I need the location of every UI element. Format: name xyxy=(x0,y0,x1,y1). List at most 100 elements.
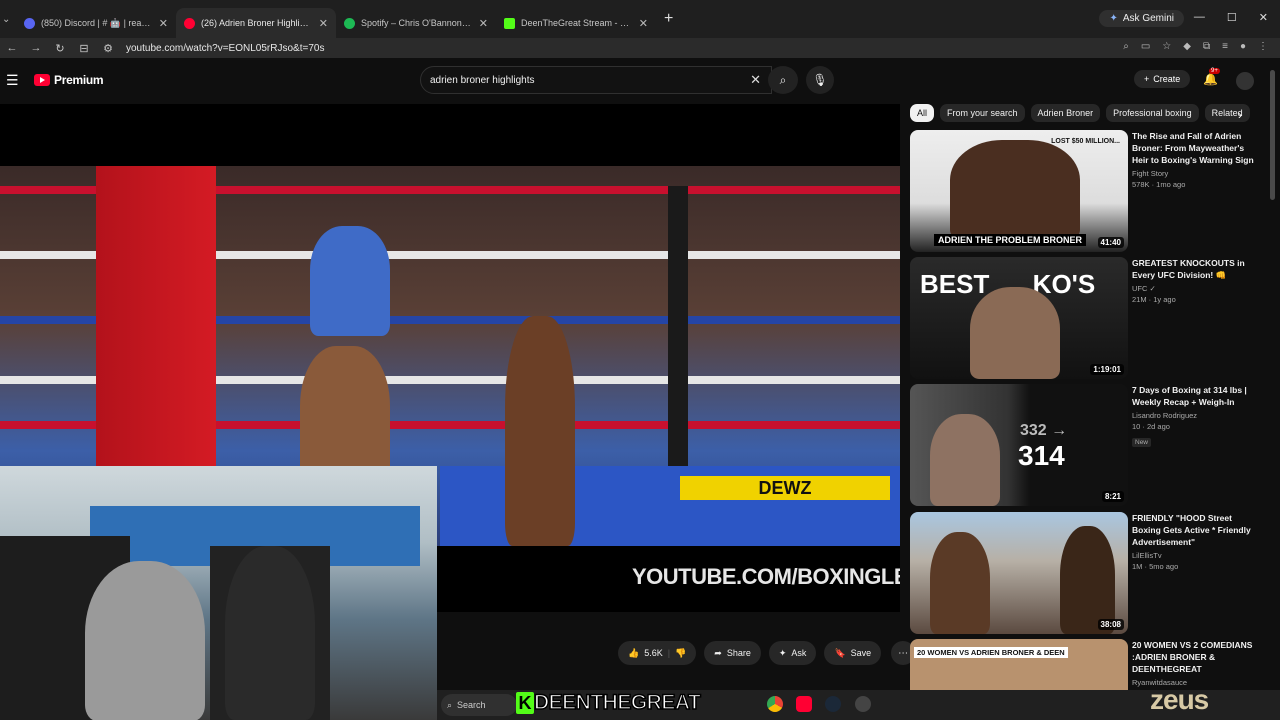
reload-icon[interactable]: ↻ xyxy=(48,42,72,55)
avatar[interactable] xyxy=(1236,72,1254,90)
streamer-name-overlay: K DEENTHEGREAT xyxy=(516,690,702,716)
steam-icon[interactable] xyxy=(825,696,841,712)
video-meta: GREATEST KNOCKOUTS in Every UFC Division… xyxy=(1132,257,1260,304)
thumbnail-figure xyxy=(1060,526,1115,634)
forward-icon[interactable]: → xyxy=(24,42,48,54)
video-thumbnail[interactable]: 20 WOMEN VS ADRIEN BRONER & DEEN xyxy=(910,639,1128,691)
bell-icon: 🔔 xyxy=(1203,72,1218,86)
cast-icon[interactable]: ▭ xyxy=(1141,41,1150,52)
ask-button[interactable]: ✦ Ask xyxy=(768,641,817,665)
ask-gemini-button[interactable]: ✦ Ask Gemini xyxy=(1099,10,1184,27)
share-icon: ➦ xyxy=(714,647,722,658)
video-stats: 10 · 2d ago xyxy=(1132,422,1170,431)
notification-badge: 9+ xyxy=(1209,68,1220,74)
close-icon[interactable]: ✕ xyxy=(319,17,328,30)
streamer-name: DEENTHEGREAT xyxy=(533,690,701,715)
video-title[interactable]: The Rise and Fall of Adrien Broner: From… xyxy=(1132,130,1260,166)
thumbnail-figure xyxy=(950,140,1080,240)
chip-professional-boxing[interactable]: Professional boxing xyxy=(1106,104,1199,122)
bookmark-star-icon[interactable]: ☆ xyxy=(1162,41,1171,52)
recommended-video[interactable]: LOST $50 MILLION... ADRIEN THE PROBLEM B… xyxy=(910,130,1260,252)
zoom-icon[interactable]: ⌕ xyxy=(1123,41,1129,52)
channel-name[interactable]: Fight Story xyxy=(1132,169,1260,178)
thumbnail-subtext: LOST $50 MILLION... xyxy=(1051,138,1120,145)
browser-tab-spotify[interactable]: Spotify – Chris O'Bannon - Disc ✕ xyxy=(336,8,496,38)
close-icon[interactable]: ✕ xyxy=(639,17,648,30)
create-button[interactable]: + Create xyxy=(1134,70,1191,88)
like-button[interactable]: 👍 5.6K | 👎 xyxy=(618,641,697,665)
guest-person xyxy=(225,546,315,720)
thumbs-down-icon[interactable]: 👎 xyxy=(675,648,686,659)
page-scrollbar[interactable] xyxy=(1270,70,1275,200)
video-title[interactable]: 20 WOMEN VS 2 COMEDIANS :ADRIEN BRONER &… xyxy=(1132,639,1260,675)
extension-icon[interactable]: ◆ xyxy=(1183,41,1191,52)
youtube-logo[interactable]: Premium xyxy=(34,73,104,87)
browser-tab-youtube[interactable]: (26) Adrien Broner Highlights G ✕ xyxy=(176,8,336,38)
menu-icon[interactable]: ⋮ xyxy=(1258,41,1268,52)
bookmark-icon: 🔖 xyxy=(834,647,846,658)
chrome-icon[interactable] xyxy=(767,696,783,712)
close-icon[interactable]: ✕ xyxy=(159,17,168,30)
chip-adrien-broner[interactable]: Adrien Broner xyxy=(1030,104,1101,122)
taskbar-search[interactable]: ⌕ Search xyxy=(441,694,517,716)
video-thumbnail[interactable]: 38:08 xyxy=(910,512,1128,634)
video-thumbnail[interactable]: LOST $50 MILLION... ADRIEN THE PROBLEM B… xyxy=(910,130,1128,252)
hamburger-menu-icon[interactable]: ☰ xyxy=(6,72,19,89)
share-button[interactable]: ➦ Share xyxy=(704,641,761,665)
puzzle-icon[interactable]: ⧉ xyxy=(1203,41,1210,52)
logo-text: Premium xyxy=(54,73,104,87)
recommended-video[interactable]: 332 → 314 8:21 7 Days of Boxing at 314 l… xyxy=(910,384,1260,506)
stream-brand-logo: zeus xyxy=(1150,684,1209,715)
app-icon[interactable] xyxy=(855,696,871,712)
browser-tab-discord[interactable]: (850) Discord | # 🤖 | reactions ✕ xyxy=(16,8,176,38)
ask-label: Ask xyxy=(791,648,807,658)
new-tab-button[interactable]: + xyxy=(664,10,673,28)
channel-name[interactable]: LilEllisTv xyxy=(1132,551,1260,560)
channel-name[interactable]: UFC ✓ xyxy=(1132,284,1260,293)
chip-all[interactable]: All xyxy=(910,104,935,122)
channel-name[interactable]: Lisandro Rodriguez xyxy=(1132,411,1260,420)
back-icon[interactable]: ← xyxy=(0,42,24,54)
search-value: adrien broner highlights xyxy=(430,74,535,86)
save-button[interactable]: 🔖 Save xyxy=(824,641,882,665)
video-duration: 1:19:01 xyxy=(1090,364,1124,375)
close-icon[interactable]: ✕ xyxy=(479,17,488,30)
voice-search-button[interactable]: 🎙 xyxy=(806,66,834,94)
tab-search-icon[interactable]: ⌄ xyxy=(2,14,16,25)
video-thumbnail[interactable]: 332 → 314 8:21 xyxy=(910,384,1128,506)
close-window-icon[interactable]: ✕ xyxy=(1259,11,1268,24)
video-title[interactable]: 7 Days of Boxing at 314 lbs | Weekly Rec… xyxy=(1132,384,1260,408)
search-input[interactable]: adrien broner highlights ✕ xyxy=(420,66,772,94)
search-button[interactable]: ⌕ xyxy=(768,66,798,94)
split-view-icon[interactable]: ⊟ xyxy=(72,42,96,55)
ring-corner-post xyxy=(96,166,216,496)
gemini-label: Ask Gemini xyxy=(1122,13,1174,24)
chevron-right-icon[interactable]: › xyxy=(1238,108,1242,122)
video-thumbnail[interactable]: BEST KO'S 1:19:01 xyxy=(910,257,1128,379)
video-title[interactable]: FRIENDLY "HOOD Street Boxing Gets Active… xyxy=(1132,512,1260,548)
chip-from-your-search[interactable]: From your search xyxy=(940,104,1025,122)
notifications-button[interactable]: 🔔 9+ xyxy=(1203,68,1220,86)
youtube-play-icon xyxy=(34,74,50,86)
ring-sign: DEWZ xyxy=(680,476,890,500)
youtube-taskbar-icon[interactable] xyxy=(796,696,812,712)
url-field[interactable]: youtube.com/watch?v=EONL05rRJso&t=70s xyxy=(126,43,324,54)
minimize-icon[interactable]: — xyxy=(1194,11,1205,24)
thumbnail-text: 20 WOMEN VS ADRIEN BRONER & DEEN xyxy=(914,647,1068,658)
create-label: Create xyxy=(1153,74,1181,84)
reading-list-icon[interactable]: ≡ xyxy=(1222,41,1228,52)
thumbnail-figure xyxy=(930,414,1000,506)
site-info-icon[interactable]: ⚙ xyxy=(96,42,120,55)
spotify-icon xyxy=(344,17,355,29)
share-label: Share xyxy=(726,648,751,658)
clear-search-icon[interactable]: ✕ xyxy=(750,72,761,88)
recommended-video[interactable]: BEST KO'S 1:19:01 GREATEST KNOCKOUTS in … xyxy=(910,257,1260,379)
video-title[interactable]: GREATEST KNOCKOUTS in Every UFC Division… xyxy=(1132,257,1260,281)
chip-related[interactable]: Related xyxy=(1204,104,1250,122)
recommended-video[interactable]: 38:08 FRIENDLY "HOOD Street Boxing Gets … xyxy=(910,512,1260,634)
profile-icon[interactable]: ● xyxy=(1240,41,1246,52)
discord-icon xyxy=(24,17,35,29)
browser-tab-kick[interactable]: DeenTheGreat Stream - Watch ✕ xyxy=(496,8,656,38)
maximize-icon[interactable]: ☐ xyxy=(1227,11,1237,24)
thumbnail-text: ADRIEN THE PROBLEM BRONER xyxy=(934,234,1087,246)
